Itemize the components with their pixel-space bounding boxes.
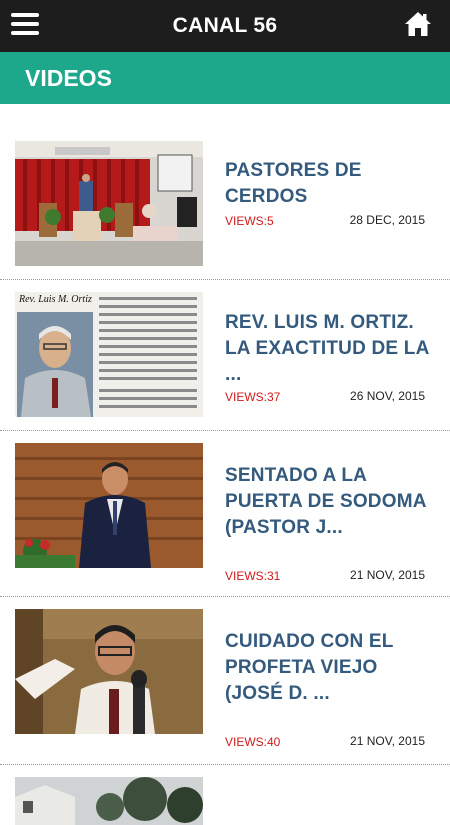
video-list-item[interactable]: PASTORES DE CERDOS VIEWS:5 28 DEC, 2015 (0, 104, 450, 280)
video-title[interactable]: CUIDADO CON EL PROFETA VIEJO (JOSÉ D. ..… (225, 629, 440, 707)
video-title[interactable]: SENTADO A LA PUERTA DE SODOMA (PASTOR J.… (225, 463, 440, 541)
video-list-item[interactable] (0, 765, 450, 825)
top-app-bar: CANAL 56 (0, 0, 450, 52)
video-date: 21 NOV, 2015 (350, 568, 425, 582)
video-list-item[interactable]: SENTADO A LA PUERTA DE SODOMA (PASTOR J.… (0, 431, 450, 597)
preacher-microphone-thumbnail (15, 609, 203, 734)
video-views: VIEWS:5 (225, 214, 274, 228)
video-date: 28 DEC, 2015 (349, 213, 425, 227)
video-title[interactable]: REV. LUIS M. ORTIZ. LA EXACTITUD DE LA .… (225, 310, 440, 388)
video-date: 21 NOV, 2015 (350, 734, 425, 748)
section-header: VIDEOS (0, 52, 450, 104)
church-pulpit-thumbnail (15, 141, 203, 266)
video-views: VIEWS:31 (225, 569, 281, 583)
video-thumbnail (15, 777, 203, 825)
section-title: VIDEOS (25, 64, 112, 91)
home-icon[interactable] (404, 10, 432, 38)
video-list-item[interactable]: Rev. Luis M. Ortiz REV. LUIS M. ORTIZ. L… (0, 280, 450, 431)
video-date: 26 NOV, 2015 (350, 389, 425, 403)
video-title[interactable]: PASTORES DE CERDOS (225, 158, 440, 210)
app-title: CANAL 56 (172, 14, 278, 37)
video-list-item[interactable]: CUIDADO CON EL PROFETA VIEJO (JOSÉ D. ..… (0, 597, 450, 765)
video-views: VIEWS:37 (225, 390, 281, 404)
portrait-with-text-thumbnail: Rev. Luis M. Ortiz (15, 292, 203, 417)
preacher-thumbnail (15, 443, 203, 568)
thumbnail-caption: Rev. Luis M. Ortiz (19, 294, 92, 305)
video-views: VIEWS:40 (225, 735, 281, 749)
hamburger-menu-icon[interactable] (11, 13, 39, 37)
